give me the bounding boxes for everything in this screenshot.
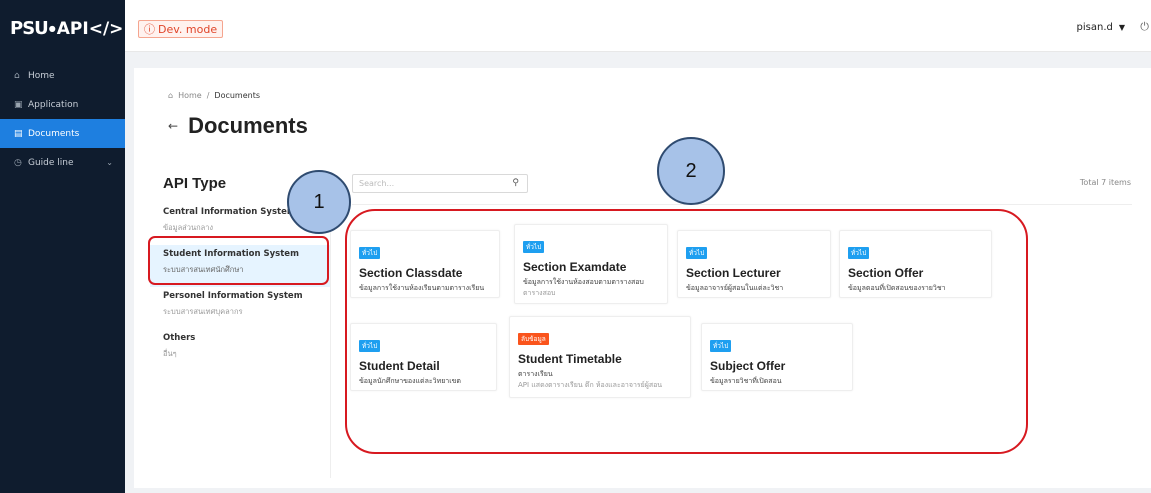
api-type-sub: ระบบสารสนเทศบุคลากร — [163, 307, 243, 316]
guide-icon: ◷ — [14, 157, 22, 168]
dev-mode-label: Dev. mode — [158, 22, 218, 36]
sidebar-item-documents[interactable]: ▤ Documents — [0, 119, 125, 148]
breadcrumb-current: Documents — [214, 91, 261, 100]
annotation-box-1 — [148, 236, 329, 285]
sidebar-nav: ⌂ Home ▣ Application ▤ Documents ◷ Guide… — [0, 61, 125, 177]
api-type-heading: API Type — [163, 175, 227, 192]
divider — [330, 203, 331, 478]
annotation-box-2 — [345, 209, 1028, 454]
sidebar: PSU ● API</> ⌂ Home ▣ Application ▤ Docu… — [0, 0, 125, 493]
api-type-title: Personel Information System — [163, 291, 303, 301]
sidebar-item-application[interactable]: ▣ Application — [0, 90, 125, 119]
sidebar-item-home[interactable]: ⌂ Home — [0, 61, 125, 90]
search-icon[interactable]: ⚲ — [512, 178, 519, 188]
chevron-down-icon: ⌄ — [106, 158, 113, 167]
caret-down-icon: ▼ — [1118, 23, 1125, 32]
breadcrumb: ⌂ Home / Documents — [168, 91, 260, 100]
logo-psu: PSU — [10, 18, 49, 39]
breadcrumb-home[interactable]: Home — [178, 91, 202, 100]
page-title: Documents — [188, 113, 308, 138]
sidebar-item-guide-line[interactable]: ◷ Guide line ⌄ — [0, 148, 125, 177]
search-input[interactable]: Search... ⚲ — [352, 174, 528, 193]
info-circle-icon: ⓘ — [144, 23, 155, 36]
username: pisan.d — [1076, 22, 1113, 33]
annotation-circle-2: 2 — [657, 137, 725, 205]
sidebar-item-label: Documents — [28, 128, 80, 139]
home-icon: ⌂ — [14, 70, 20, 81]
sidebar-item-label: Home — [28, 70, 55, 81]
home-icon: ⌂ — [168, 91, 174, 100]
dev-mode-badge: ⓘ Dev. mode — [138, 20, 224, 38]
logo-dot: ● — [48, 24, 56, 33]
logout-icon[interactable]: ⏻ — [1140, 20, 1149, 34]
search-placeholder: Search... — [359, 179, 395, 188]
api-type-others[interactable]: Others อื่นๆ — [150, 329, 331, 371]
sidebar-item-label: Application — [28, 99, 79, 110]
divider — [352, 204, 1132, 205]
breadcrumb-separator: / — [206, 91, 210, 100]
psu-api-logo[interactable]: PSU ● API</> — [10, 18, 123, 39]
document-icon: ▤ — [14, 128, 23, 139]
api-type-personel[interactable]: Personel Information System ระบบสารสนเทศ… — [150, 287, 331, 329]
back-arrow-icon[interactable]: ← — [168, 119, 178, 133]
total-items: Total 7 items — [1079, 178, 1131, 187]
api-type-title: Others — [163, 333, 196, 343]
sidebar-item-label: Guide line — [28, 157, 74, 168]
topbar: ⓘ Dev. mode pisan.d ▼ ⏻ — [125, 0, 1151, 52]
annotation-circle-1: 1 — [287, 170, 351, 234]
page-header: ← Documents — [168, 113, 308, 139]
logo-api: API</> — [56, 18, 124, 39]
api-type-sub: อื่นๆ — [163, 349, 177, 358]
user-menu[interactable]: pisan.d ▼ — [1077, 22, 1125, 33]
application-icon: ▣ — [14, 99, 23, 110]
